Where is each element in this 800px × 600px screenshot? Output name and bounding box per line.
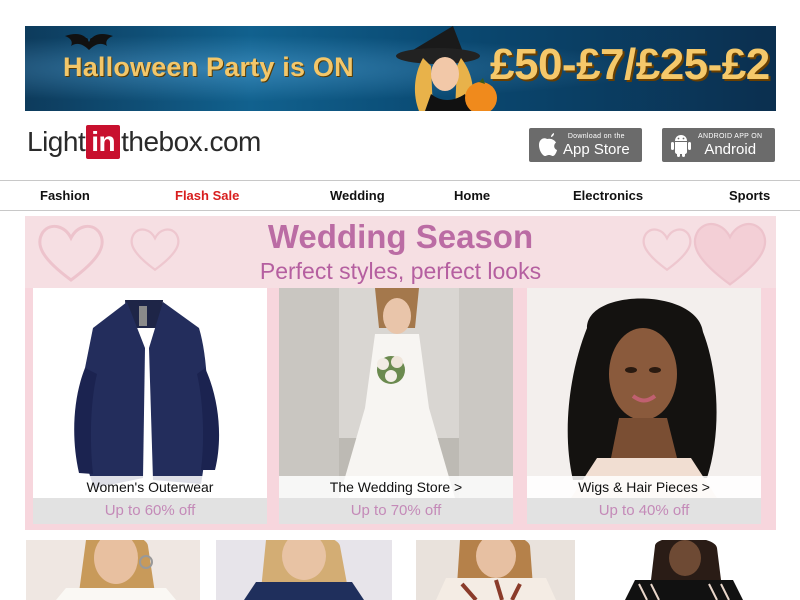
nav-item-wedding[interactable]: Wedding [330, 188, 385, 203]
wedding-season-section: Wedding Season Perfect styles, perfect l… [25, 216, 776, 530]
android-icon [671, 135, 691, 157]
product-thumbnail[interactable] [26, 540, 200, 600]
logo-part-light: Light [27, 126, 86, 157]
card-offer: Up to 60% off [33, 498, 267, 524]
main-nav: Fashion Flash Sale Wedding Home Electron… [0, 180, 800, 211]
womens-outerwear-image [33, 288, 267, 498]
card-offer: Up to 70% off [279, 498, 513, 524]
wedding-title: Wedding Season [267, 218, 534, 255]
nav-item-electronics[interactable]: Electronics [573, 188, 643, 203]
wigs-hair-image [527, 288, 761, 498]
product-thumbnail[interactable] [216, 540, 392, 600]
category-card-womens-outerwear[interactable]: Women's Outerwear Up to 60% off [33, 288, 267, 524]
nav-item-fashion[interactable]: Fashion [40, 188, 90, 203]
product-image [244, 540, 364, 600]
category-card-wigs-hair[interactable]: Wigs & Hair Pieces > Up to 40% off [527, 288, 761, 524]
site-logo[interactable]: Light in thebox .com [27, 122, 261, 162]
product-image [436, 540, 556, 600]
app-store-button[interactable]: Download on the App Store [529, 128, 642, 162]
android-small-text: ANDROID APP ON [698, 132, 763, 140]
logo-suffix: .com [202, 126, 261, 157]
apple-icon [539, 133, 557, 156]
category-card-wedding-store[interactable]: The Wedding Store > Up to 70% off [279, 288, 513, 524]
wedding-banner[interactable]: Wedding Season Perfect styles, perfect l… [25, 216, 776, 288]
card-offer: Up to 40% off [527, 498, 761, 524]
logo-part-thebox: thebox [121, 126, 203, 157]
logo-part-in: in [86, 125, 121, 159]
android-label: Android [704, 140, 757, 158]
nav-item-sports[interactable]: Sports [729, 188, 770, 203]
wedding-subtitle: Perfect styles, perfect looks [259, 258, 542, 284]
app-store-small-text: Download on the [567, 132, 625, 140]
halloween-promo-banner[interactable]: Halloween Party is ON £50-£7/£25-£2 [25, 26, 776, 111]
product-thumbnail[interactable] [625, 540, 743, 600]
promo-headline: Halloween Party is ON [63, 52, 354, 82]
product-image [56, 540, 176, 600]
promo-deal-text: £50-£7/£25-£2 [490, 40, 770, 89]
wedding-store-image [279, 288, 513, 498]
card-label: Women's Outerwear [33, 476, 267, 498]
card-label: Wigs & Hair Pieces > [527, 476, 761, 498]
product-image [625, 540, 743, 600]
nav-item-home[interactable]: Home [454, 188, 490, 203]
card-label: The Wedding Store > [279, 476, 513, 498]
android-app-button[interactable]: ANDROID APP ON Android [662, 128, 775, 162]
nav-item-flash-sale[interactable]: Flash Sale [175, 188, 239, 203]
product-thumbnail[interactable] [416, 540, 575, 600]
app-store-label: App Store [563, 140, 630, 158]
